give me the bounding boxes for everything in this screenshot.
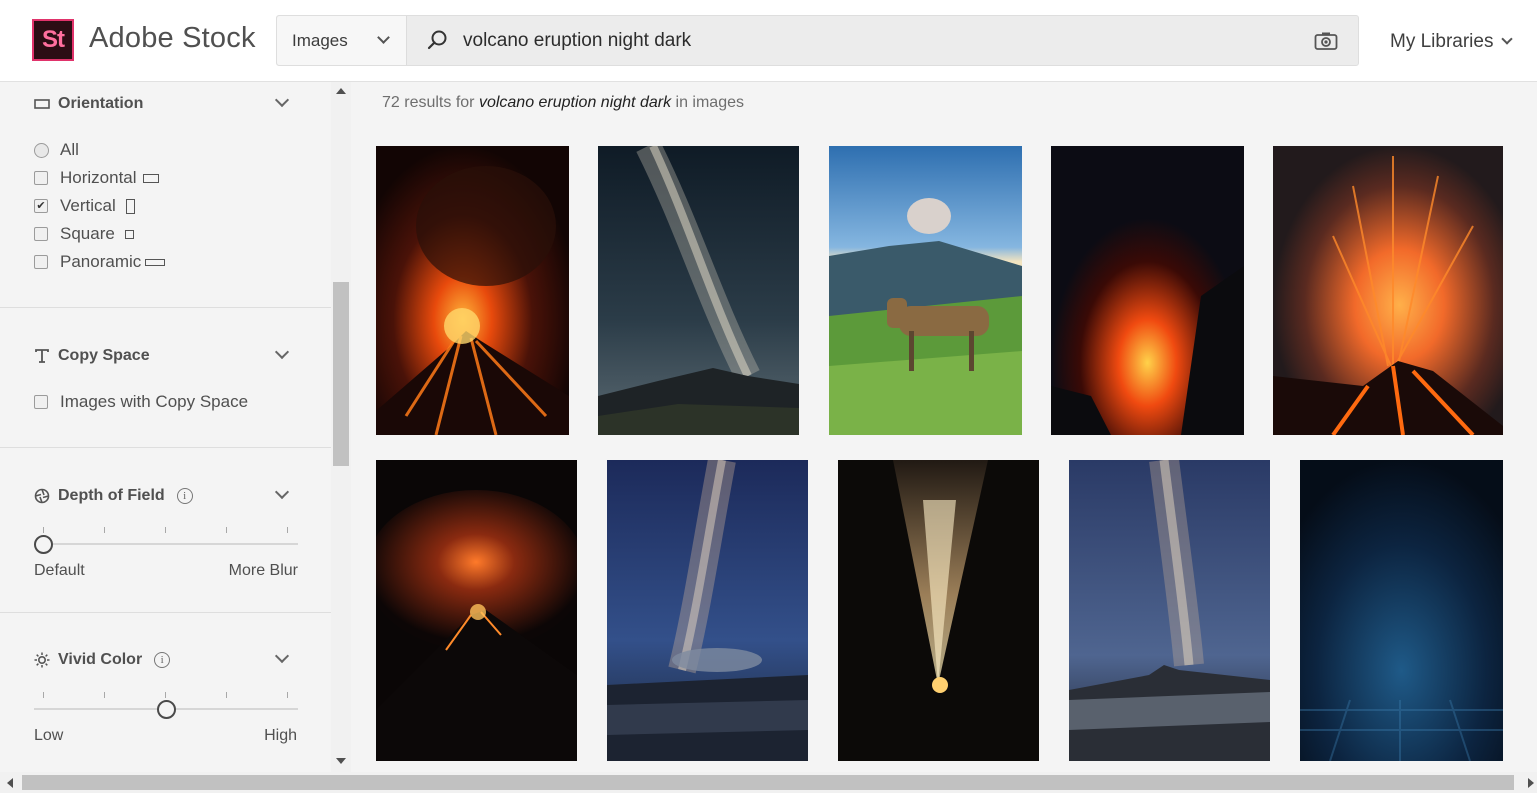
image-thumbnail-horse-volcano[interactable] xyxy=(829,146,1022,435)
image-thumbnail-firework-fountain[interactable] xyxy=(838,460,1039,761)
sun-icon xyxy=(34,652,50,668)
content-type-select[interactable]: Images xyxy=(277,16,407,65)
sidebar-scrollbar[interactable] xyxy=(331,82,351,772)
image-thumbnail-milky-way-mountains[interactable] xyxy=(598,146,799,435)
copy-space-title: Copy Space xyxy=(58,347,150,364)
text-t-icon xyxy=(35,349,49,363)
checkbox[interactable] xyxy=(34,227,48,241)
scroll-up-arrow-icon[interactable] xyxy=(336,88,346,94)
checkbox[interactable] xyxy=(34,395,48,409)
adobe-stock-logo[interactable]: St xyxy=(32,19,74,61)
scrollbar-thumb[interactable] xyxy=(333,282,349,466)
slider-min-label: Low xyxy=(34,727,64,744)
image-thumbnail-volcano-glow[interactable] xyxy=(376,460,577,761)
slider-tick xyxy=(165,692,166,698)
divider xyxy=(0,612,331,613)
slider-tick xyxy=(287,527,288,533)
checkbox[interactable] xyxy=(34,171,48,185)
depth-of-field-slider[interactable] xyxy=(34,527,298,557)
slider-handle[interactable] xyxy=(34,535,53,554)
option-label: Images with Copy Space xyxy=(60,392,249,411)
slider-tick xyxy=(226,692,227,698)
slider-tick xyxy=(165,527,166,533)
filter-sidebar: Orientation All Horizontal ✔ Vertical Sq… xyxy=(0,82,331,772)
option-label: Square xyxy=(60,224,115,243)
depth-of-field-title: Depth of Field xyxy=(58,487,165,504)
option-label: Panoramic xyxy=(60,252,142,271)
my-libraries-menu[interactable]: My Libraries xyxy=(1390,31,1514,53)
search-input[interactable] xyxy=(463,26,1263,56)
orientation-option-square[interactable]: Square xyxy=(34,224,134,244)
scrollbar-thumb[interactable] xyxy=(22,775,1514,790)
horizontal-scrollbar[interactable] xyxy=(0,772,1537,793)
slider-track xyxy=(34,543,298,545)
aperture-icon xyxy=(34,488,50,504)
orientation-title: Orientation xyxy=(58,95,144,112)
slider-max-label: More Blur xyxy=(228,562,298,579)
my-libraries-label: My Libraries xyxy=(1390,31,1494,52)
scroll-down-arrow-icon[interactable] xyxy=(336,758,346,764)
horizontal-shape-icon xyxy=(142,173,159,183)
orientation-option-all[interactable]: All xyxy=(34,140,79,160)
slider-tick xyxy=(226,527,227,533)
image-thumbnail-milky-way-bromo-2[interactable] xyxy=(1069,460,1270,761)
divider xyxy=(0,447,331,448)
results-suffix: in images xyxy=(675,94,744,111)
slider-max-label: High xyxy=(264,727,297,744)
results-query: volcano eruption night dark xyxy=(478,94,672,111)
results-count: 72 results for xyxy=(382,94,475,111)
chevron-down-icon[interactable] xyxy=(274,484,290,500)
scroll-right-arrow-icon[interactable] xyxy=(1528,778,1534,788)
option-label: All xyxy=(60,140,79,159)
orientation-option-panoramic[interactable]: Panoramic xyxy=(34,252,166,272)
image-thumbnail-milky-way-bromo[interactable] xyxy=(607,460,808,761)
slider-handle[interactable] xyxy=(156,700,176,719)
vertical-shape-icon xyxy=(125,198,135,214)
option-label: Horizontal xyxy=(60,168,137,187)
checkbox-checked[interactable]: ✔ xyxy=(34,199,48,213)
info-icon[interactable]: i xyxy=(154,652,171,668)
visual-search-camera-icon[interactable] xyxy=(1314,30,1338,52)
image-thumbnail-lava-fountain[interactable] xyxy=(1051,146,1244,435)
image-thumbnail-blue-fog[interactable] xyxy=(1300,460,1503,761)
orientation-header[interactable]: Orientation xyxy=(34,95,143,113)
checkbox[interactable] xyxy=(34,255,48,269)
image-thumbnail-stromboli-eruption[interactable] xyxy=(1273,146,1503,435)
divider xyxy=(0,307,331,308)
vivid-color-slider[interactable] xyxy=(34,692,298,722)
orientation-icon xyxy=(34,99,50,109)
chevron-down-icon xyxy=(1501,33,1514,45)
vivid-color-title: Vivid Color xyxy=(58,651,143,668)
vivid-color-header[interactable]: Vivid Color i xyxy=(34,651,171,669)
panoramic-shape-icon xyxy=(145,258,166,266)
slider-tick xyxy=(287,692,288,698)
chevron-down-icon xyxy=(377,31,390,44)
copy-space-option[interactable]: Images with Copy Space xyxy=(34,392,248,412)
brand-name[interactable]: Adobe Stock xyxy=(89,22,256,55)
results-panel: 72 results for volcano eruption night da… xyxy=(351,82,1537,772)
content-type-label: Images xyxy=(292,30,348,50)
slider-tick xyxy=(43,527,44,533)
radio-button[interactable] xyxy=(34,142,49,158)
option-label: Vertical xyxy=(60,196,116,215)
chevron-down-icon[interactable] xyxy=(274,92,290,108)
scroll-left-arrow-icon[interactable] xyxy=(7,778,13,788)
chevron-down-icon[interactable] xyxy=(274,648,290,664)
search-bar: Images xyxy=(276,15,1359,66)
copy-space-header[interactable]: Copy Space xyxy=(34,347,150,365)
square-shape-icon xyxy=(124,229,134,239)
results-summary: 72 results for volcano eruption night da… xyxy=(382,94,744,112)
slider-tick xyxy=(104,692,105,698)
slider-tick xyxy=(43,692,44,698)
info-icon[interactable]: i xyxy=(176,488,193,504)
image-thumbnail-volcano-lava-eruption[interactable] xyxy=(376,146,569,435)
orientation-option-horizontal[interactable]: Horizontal xyxy=(34,168,159,188)
slider-min-label: Default xyxy=(34,562,85,579)
chevron-down-icon[interactable] xyxy=(274,344,290,360)
slider-tick xyxy=(104,527,105,533)
depth-of-field-header[interactable]: Depth of Field i xyxy=(34,487,193,505)
search-icon xyxy=(427,30,447,50)
orientation-option-vertical[interactable]: ✔ Vertical xyxy=(34,196,135,216)
app-header: St Adobe Stock Images My Libraries xyxy=(0,0,1537,82)
